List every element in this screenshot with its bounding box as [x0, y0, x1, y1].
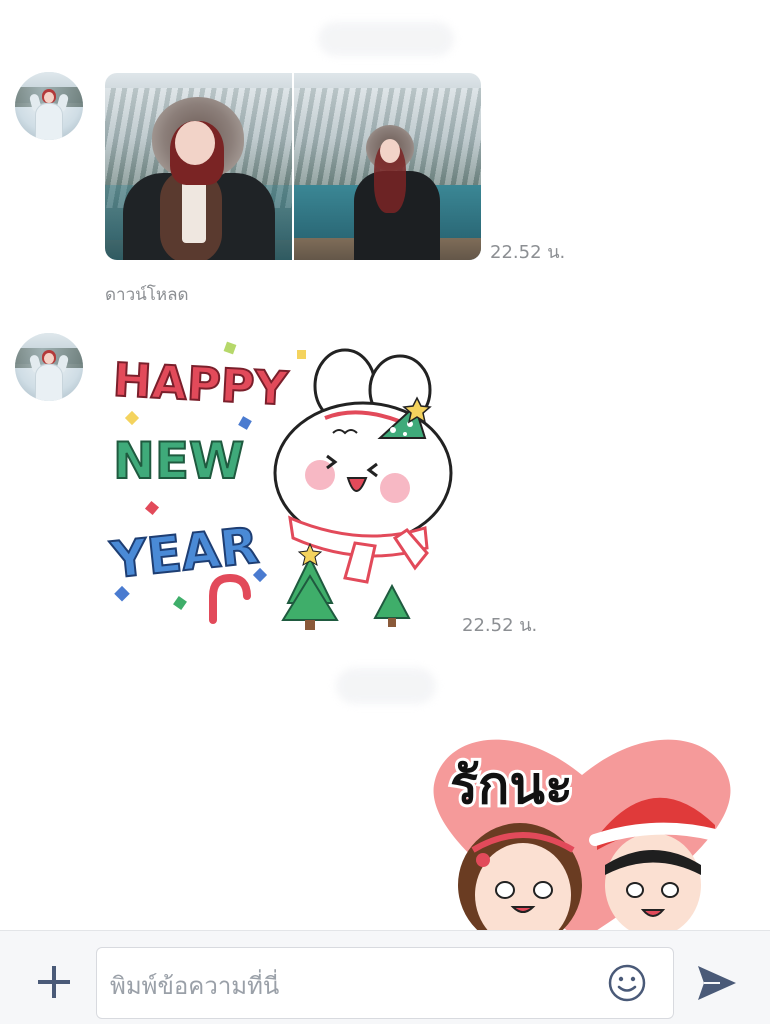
confetti	[173, 596, 187, 610]
christmas-tree	[281, 542, 339, 630]
chat-area[interactable]: 22.52 น. ดาวน์โหลด HAPPY NEW YEAR 22.52 …	[0, 0, 770, 930]
confetti	[238, 416, 252, 430]
bunny-character	[273, 348, 453, 584]
sticker-happy-new-year[interactable]: HAPPY NEW YEAR	[105, 338, 455, 638]
confetti	[297, 350, 306, 359]
sticker-text-new: NEW	[113, 432, 244, 490]
download-link[interactable]: ดาวน์โหลด	[105, 281, 189, 308]
date-separator	[336, 668, 436, 704]
confetti	[223, 341, 237, 355]
message-input-placeholder: พิมพ์ข้อความที่นี่	[110, 972, 280, 1000]
contact-avatar[interactable]	[15, 72, 83, 140]
photo-thumbnail[interactable]	[105, 73, 292, 260]
smiley-icon[interactable]	[606, 962, 648, 1004]
confetti	[124, 410, 140, 426]
candy-cane	[209, 573, 251, 624]
date-separator	[318, 22, 454, 56]
sticker-love[interactable]: รักนะ	[425, 725, 740, 930]
sticker-text-happy: HAPPY	[112, 352, 290, 415]
plus-icon[interactable]	[34, 962, 74, 1002]
photo-message[interactable]	[105, 73, 481, 260]
message-time: 22.52 น.	[462, 615, 538, 636]
confetti	[144, 500, 160, 516]
contact-avatar[interactable]	[15, 333, 83, 401]
sticker-text-love: รักนะ	[450, 756, 573, 816]
message-time: 22.52 น.	[490, 242, 566, 263]
send-icon[interactable]	[692, 962, 740, 1004]
photo-thumbnail[interactable]	[294, 73, 481, 260]
christmas-tree	[373, 583, 411, 627]
